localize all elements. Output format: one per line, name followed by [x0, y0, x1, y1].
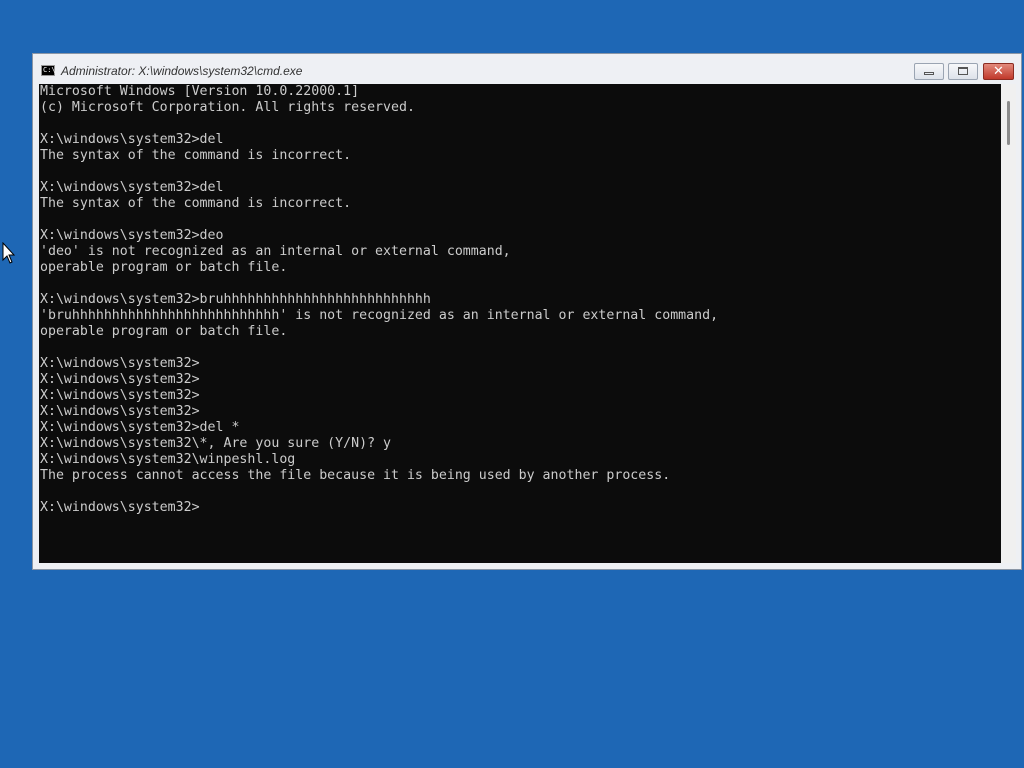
console-line: X:\windows\system32>deo: [40, 228, 224, 243]
console-line: X:\windows\system32>del: [40, 180, 224, 195]
close-button[interactable]: ✕: [983, 63, 1014, 80]
console-line: X:\windows\system32>: [40, 388, 200, 403]
console-line: Microsoft Windows [Version 10.0.22000.1]: [40, 84, 360, 99]
close-icon: ✕: [993, 64, 1004, 79]
console-line: (c) Microsoft Corporation. All rights re…: [40, 100, 415, 115]
maximize-button[interactable]: [948, 63, 978, 80]
console-line: X:\windows\system32\winpeshl.log: [40, 452, 296, 467]
console-line: The process cannot access the file becau…: [40, 468, 671, 483]
console-line: 'deo' is not recognized as an internal o…: [40, 244, 511, 259]
cmd-window: C:\ Administrator: X:\windows\system32\c…: [32, 53, 1022, 570]
console-line: The syntax of the command is incorrect.: [40, 196, 352, 211]
maximize-icon: [958, 67, 968, 75]
console-line: X:\windows\system32>: [40, 404, 200, 419]
console-line: X:\windows\system32\*, Are you sure (Y/N…: [40, 436, 391, 451]
console-line: X:\windows\system32>del: [40, 132, 224, 147]
console-prompt-line[interactable]: X:\windows\system32>: [40, 500, 200, 516]
console-line: X:\windows\system32>: [40, 372, 200, 387]
cmd-app-icon[interactable]: C:\: [41, 65, 56, 76]
mouse-pointer-icon: [2, 242, 16, 264]
title-bar[interactable]: C:\ Administrator: X:\windows\system32\c…: [33, 54, 1021, 84]
console-line: 'bruhhhhhhhhhhhhhhhhhhhhhhhhhh' is not r…: [40, 308, 719, 323]
console-line: X:\windows\system32>bruhhhhhhhhhhhhhhhhh…: [40, 292, 431, 307]
console-output[interactable]: Microsoft Windows [Version 10.0.22000.1]…: [39, 84, 1001, 563]
console-line: operable program or batch file.: [40, 324, 288, 339]
console-line: X:\windows\system32>del *: [40, 420, 240, 435]
scroll-thumb[interactable]: [1007, 101, 1010, 145]
minimize-button[interactable]: [914, 63, 944, 80]
window-title: Administrator: X:\windows\system32\cmd.e…: [61, 64, 303, 78]
console-line: X:\windows\system32>: [40, 356, 200, 371]
cmd-app-icon-text: C:\: [43, 66, 56, 74]
console-line: operable program or batch file.: [40, 260, 288, 275]
console-line: The syntax of the command is incorrect.: [40, 148, 352, 163]
minimize-icon: [924, 72, 934, 75]
vertical-scrollbar[interactable]: [1001, 84, 1016, 563]
